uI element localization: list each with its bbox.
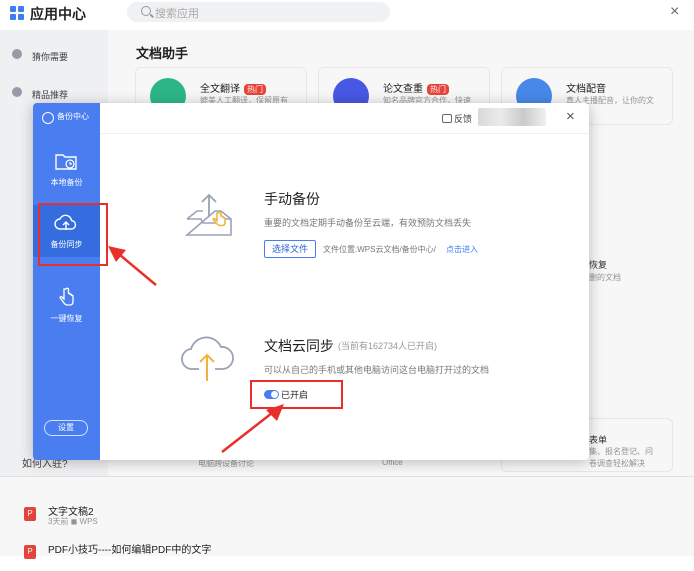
annotation-arrows <box>108 246 284 453</box>
annotation-arrow <box>108 246 157 286</box>
annotation-arrow <box>221 404 284 453</box>
